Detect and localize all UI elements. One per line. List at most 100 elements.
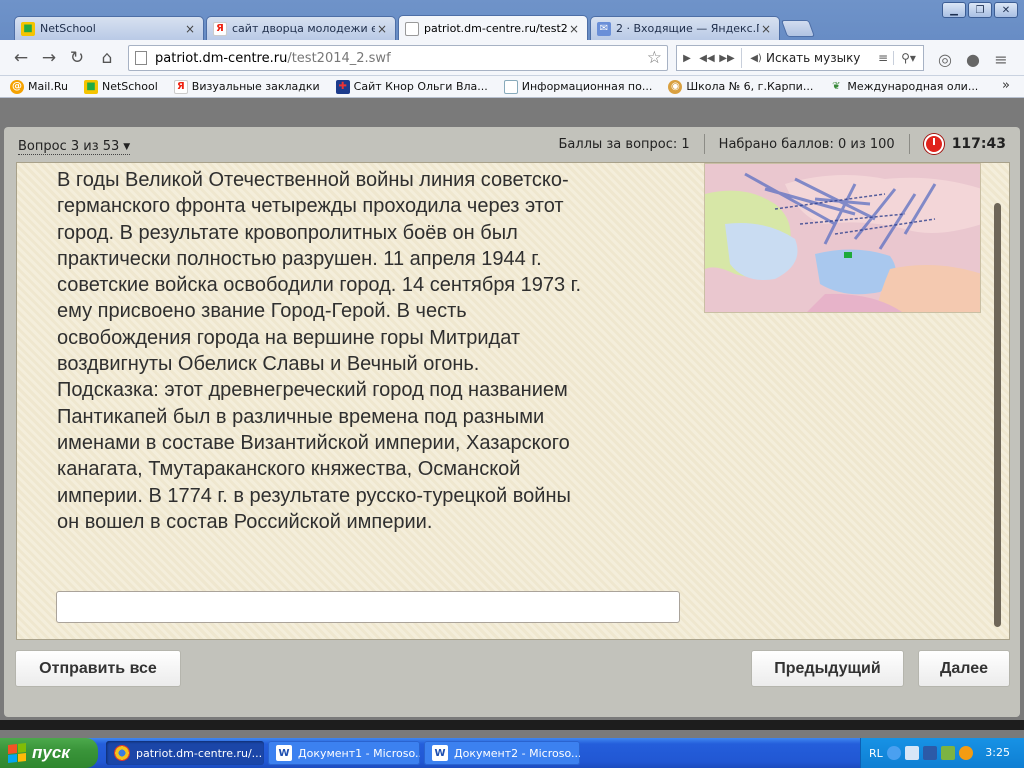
next-button[interactable]: Далее (918, 650, 1010, 687)
new-tab-button[interactable] (780, 20, 816, 37)
bookmarks-more-icon[interactable]: » (1002, 78, 1010, 93)
bookmark-olymp[interactable]: ❦ Международная оли... (829, 80, 978, 94)
quiz-header: Вопрос 3 из 53 ▼ Баллы за вопрос: 1 Набр… (4, 127, 1020, 161)
yandex-icon: Я (173, 79, 188, 94)
back-icon[interactable]: ← (10, 47, 32, 69)
timer-value: 117:43 (951, 136, 1006, 152)
speaker-icon[interactable]: ◀) (746, 53, 766, 64)
extension-icon[interactable]: ◎ (934, 48, 956, 70)
notifications-icon[interactable]: ● (962, 48, 984, 70)
leaf-icon: ❦ (832, 81, 841, 92)
display-icon[interactable] (922, 746, 937, 760)
windows-logo-icon (8, 743, 26, 763)
close-icon[interactable]: × (567, 22, 581, 36)
chrome-icon (114, 745, 130, 761)
points-total: Набрано баллов: 0 из 100 (718, 136, 895, 152)
uk-flag-icon: ✚ (335, 79, 350, 94)
network-icon[interactable] (904, 746, 919, 760)
close-icon[interactable]: × (183, 22, 197, 36)
system-tray: RL 3:25 (860, 738, 1024, 768)
url-path: /test2014_2.swf (287, 50, 391, 66)
task-label: Документ2 - Microso... (454, 746, 580, 760)
home-icon[interactable]: ⌂ (96, 47, 118, 69)
start-button[interactable]: пуск (0, 738, 98, 768)
close-icon[interactable]: × (759, 22, 773, 36)
close-window-icon[interactable]: ✕ (994, 2, 1018, 18)
yandex-icon: Я (213, 21, 227, 36)
task-document2[interactable]: W Документ2 - Microso... (424, 741, 580, 765)
submit-all-button[interactable]: Отправить все (15, 650, 181, 687)
play-icon[interactable]: ▶ (677, 53, 697, 64)
bookmark-label: Mail.Ru (28, 80, 68, 93)
mailru-icon: @ (10, 79, 24, 94)
points-per-question: Баллы за вопрос: 1 (558, 136, 690, 152)
task-document1[interactable]: W Документ1 - Microso... (268, 741, 420, 765)
bottom-strip (0, 720, 1024, 730)
bookmark-mailru[interactable]: @ Mail.Ru (10, 79, 68, 94)
word-icon: W (432, 745, 448, 761)
browser-toolbar: ← → ↻ ⌂ patriot.dm-centre.ru /test2014_2… (0, 40, 1024, 76)
question-selector[interactable]: Вопрос 3 из 53 ▼ (18, 139, 131, 155)
school-icon: ◉ (668, 79, 683, 94)
bookmark-visual[interactable]: Я Визуальные закладки (173, 79, 320, 94)
tab-dvorets[interactable]: Я сайт дворца молодежи ека × (206, 16, 396, 40)
divider (741, 48, 742, 68)
tab-label: сайт дворца молодежи ека (232, 22, 375, 35)
clock: 3:25 (985, 746, 1010, 759)
nvidia-icon[interactable] (940, 746, 955, 760)
music-search-input[interactable]: Искать музыку (766, 51, 873, 65)
close-icon[interactable]: × (375, 22, 389, 36)
tab-netschool[interactable]: ■ NetSchool × (14, 16, 204, 40)
bookmark-label: Сайт Кнор Ольги Вла... (353, 80, 488, 93)
task-label: patriot.dm-centre.ru/... (136, 746, 263, 760)
map-illustration (705, 164, 980, 312)
previous-button[interactable]: Предыдущий (751, 650, 904, 687)
browser-chrome: ■ NetSchool × Я сайт дворца молодежи ека… (0, 0, 1024, 98)
tab-label: patriot.dm-centre.ru/test20 (424, 22, 567, 35)
divider (908, 134, 910, 154)
doc-icon (503, 79, 518, 94)
star-icon[interactable]: ☆ (647, 48, 662, 68)
question-selector-label: Вопрос 3 из 53 (18, 139, 120, 154)
task-label: Документ1 - Microso... (298, 746, 420, 760)
window-controls: ▁ ❐ ✕ (942, 2, 1018, 18)
question-card: В годы Великой Отечественной войны линия… (16, 162, 1010, 640)
address-bar[interactable]: patriot.dm-centre.ru /test2014_2.swf ☆ (128, 45, 668, 71)
menu-lines-icon[interactable]: ≡ (873, 51, 893, 65)
tab-patriot[interactable]: patriot.dm-centre.ru/test20 × (398, 15, 588, 41)
chevron-down-icon: ▼ (123, 141, 131, 152)
netschool-icon: ■ (21, 21, 35, 36)
tab-label: 2 · Входящие — Яндекс.По (616, 22, 759, 35)
tray-arrow-icon[interactable] (886, 746, 901, 760)
mail-icon: ✉ (597, 21, 611, 36)
taskbar: пуск patriot.dm-centre.ru/... W Документ… (0, 738, 1024, 768)
word-icon: W (276, 745, 292, 761)
fast-forward-icon[interactable]: ▶▶ (717, 53, 737, 64)
search-icon[interactable]: ⚲▾ (893, 51, 923, 65)
reload-icon[interactable]: ↻ (66, 47, 88, 69)
tab-yandex-mail[interactable]: ✉ 2 · Входящие — Яндекс.По × (590, 16, 780, 40)
bookmark-label: Международная оли... (847, 80, 979, 93)
maximize-icon[interactable]: ❐ (968, 2, 992, 18)
netschool-icon: ■ (83, 79, 98, 94)
content-scrollbar[interactable] (994, 203, 1001, 627)
forward-icon[interactable]: → (38, 47, 60, 69)
url-host: patriot.dm-centre.ru (155, 50, 288, 66)
bookmark-netschool[interactable]: ■ NetSchool (83, 79, 158, 94)
chrome-menu-icon[interactable]: ≡ (990, 48, 1012, 70)
bookmark-info[interactable]: Информационная по... (503, 79, 652, 94)
bookmark-label: Визуальные закладки (191, 80, 320, 93)
timer-icon (923, 134, 944, 154)
bookmark-school[interactable]: ◉ Школа № 6, г.Карпи... (668, 79, 813, 94)
rewind-icon[interactable]: ◀◀ (697, 53, 717, 64)
bookmark-knor[interactable]: ✚ Сайт Кнор Ольги Вла... (335, 79, 488, 94)
tab-label: NetSchool (40, 22, 96, 35)
question-text: В годы Великой Отечественной войны линия… (57, 169, 582, 533)
music-search-bar[interactable]: ▶ ◀◀ ▶▶ ◀) Искать музыку ≡ ⚲▾ (676, 45, 924, 71)
tab-strip: ■ NetSchool × Я сайт дворца молодежи ека… (0, 0, 1024, 41)
language-indicator[interactable]: RL (869, 747, 883, 760)
task-browser[interactable]: patriot.dm-centre.ru/... (106, 741, 264, 765)
answer-input[interactable] (56, 591, 680, 623)
minimize-icon[interactable]: ▁ (942, 2, 966, 18)
antivirus-icon[interactable] (958, 746, 973, 760)
